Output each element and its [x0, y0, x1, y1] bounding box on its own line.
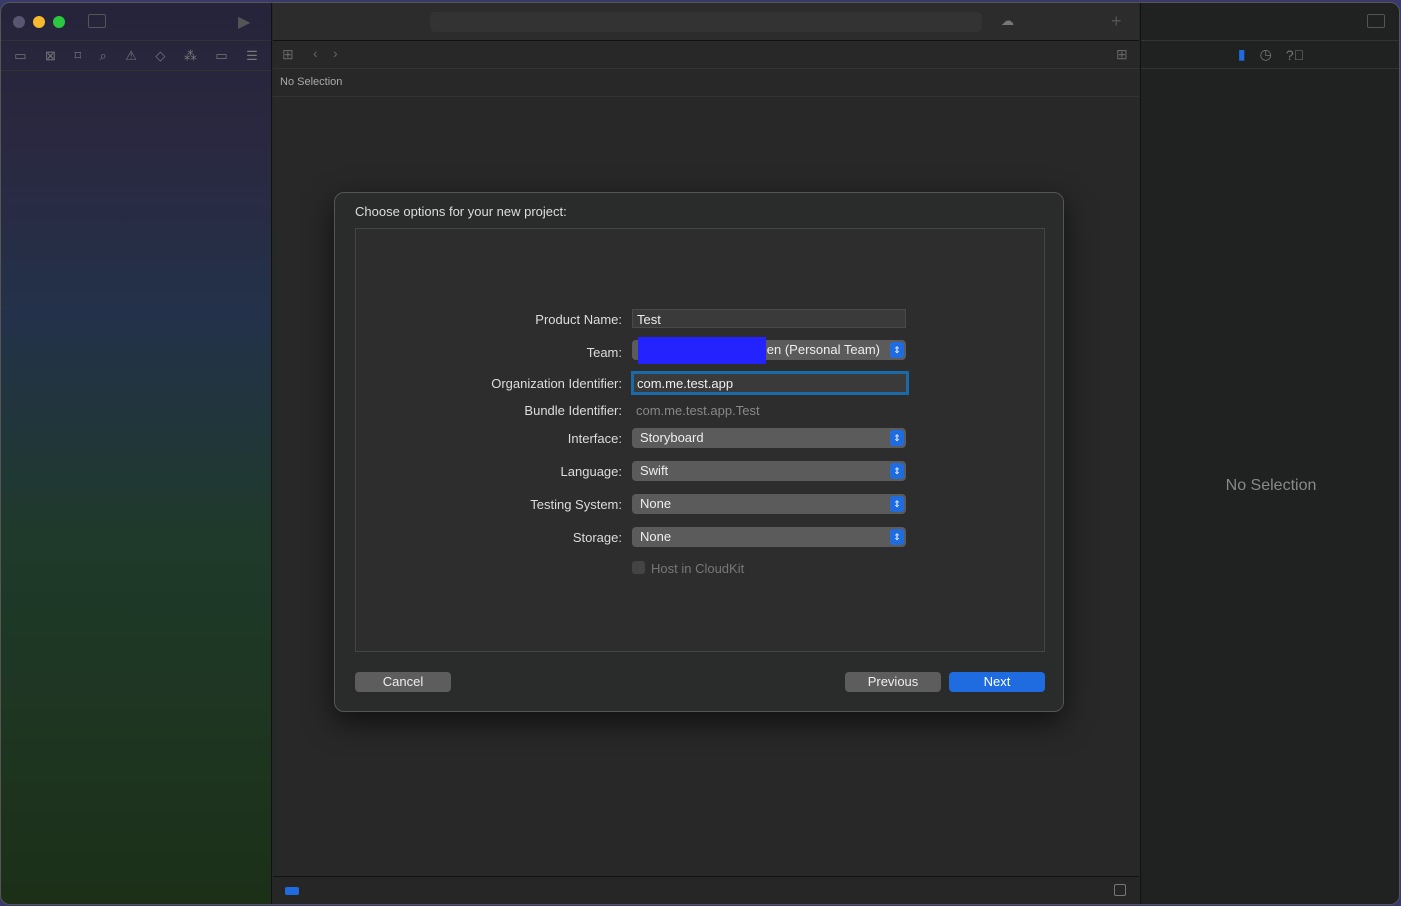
interface-value: Storyboard	[640, 430, 704, 445]
debug-icon[interactable]: ⁂	[184, 48, 197, 64]
team-label: Team:	[586, 345, 622, 360]
cloudkit-label: Host in CloudKit	[651, 561, 745, 576]
close-button[interactable]	[13, 16, 25, 28]
options-panel: Product Name: Test Team: en (Personal Te…	[355, 228, 1045, 652]
team-popup[interactable]: en (Personal Team) ⇕	[632, 337, 906, 364]
previous-button[interactable]: Previous	[845, 672, 941, 692]
add-icon[interactable]: +	[1111, 11, 1122, 32]
storage-popup[interactable]: None ⇕	[632, 527, 906, 547]
no-selection-label: No Selection	[1225, 477, 1317, 494]
storage-label: Storage:	[572, 530, 622, 545]
minimize-button[interactable]	[33, 16, 45, 28]
interface-label: Interface:	[567, 431, 622, 446]
cancel-button[interactable]: Cancel	[355, 672, 451, 692]
testing-popup[interactable]: None ⇕	[632, 494, 906, 514]
grid-icon[interactable]: ⊞	[282, 46, 294, 63]
interface-popup[interactable]: Storyboard ⇕	[632, 428, 906, 448]
team-value: en (Personal Team)	[766, 342, 880, 357]
activity-bar	[430, 12, 982, 32]
help-icon[interactable]: ?⃝	[1286, 47, 1304, 63]
add-editor-icon[interactable]: ⊞	[1116, 46, 1128, 63]
chevron-updown-icon: ⇕	[890, 430, 904, 446]
bundle-id-value: com.me.test.app.Test	[636, 403, 760, 418]
run-icon[interactable]: ▶	[238, 12, 250, 32]
org-id-field[interactable]: com.me.test.app	[631, 371, 909, 395]
next-button[interactable]: Next	[949, 672, 1045, 692]
storage-value: None	[640, 529, 672, 544]
file-inspector-icon[interactable]: ▮	[1238, 46, 1246, 63]
language-popup[interactable]: Swift ⇕	[632, 461, 906, 481]
bookmark-icon[interactable]: ⌑	[74, 48, 81, 64]
navigator-sidebar: ▶ ▭ ⊠ ⌑ ⌕ ⚠ ◇ ⁂ ▭ ☰	[1, 3, 272, 904]
forward-icon[interactable]: ›	[333, 45, 338, 61]
inspector-toggle-icon[interactable]	[1367, 14, 1385, 28]
report-icon[interactable]: ☰	[246, 48, 258, 64]
language-value: Swift	[640, 463, 669, 478]
org-id-label: Organization Identifier:	[491, 376, 622, 391]
chevron-updown-icon: ⇕	[890, 496, 904, 512]
folder-icon[interactable]: ▭	[14, 48, 26, 64]
chevron-updown-icon: ⇕	[890, 529, 904, 545]
jump-bar: No Selection	[273, 69, 1139, 97]
bundle-id-label: Bundle Identifier:	[524, 403, 622, 418]
search-icon[interactable]: ⌕	[100, 48, 107, 64]
test-icon[interactable]: ◇	[155, 48, 165, 64]
new-project-dialog: Choose options for your new project: Pro…	[334, 192, 1064, 712]
sidebar-toggle-icon[interactable]	[88, 14, 106, 28]
warning-icon[interactable]: ⚠	[125, 48, 137, 64]
zoom-button[interactable]	[53, 16, 65, 28]
back-icon[interactable]: ‹	[313, 45, 318, 61]
history-icon[interactable]: ◷	[1260, 46, 1272, 63]
dialog-title: Choose options for your new project:	[355, 204, 567, 219]
product-name-field[interactable]: Test	[632, 309, 906, 328]
testing-label: Testing System:	[530, 497, 622, 512]
product-name-label: Product Name:	[535, 312, 622, 327]
panel-toggle-icon[interactable]	[1114, 884, 1126, 896]
debug-toggle-icon[interactable]	[285, 887, 299, 895]
language-label: Language:	[560, 464, 622, 479]
breakpoint-icon[interactable]: ▭	[215, 48, 227, 64]
redaction-box	[638, 337, 766, 364]
source-control-icon[interactable]: ⊠	[45, 48, 56, 64]
chevron-updown-icon: ⇕	[890, 463, 904, 479]
inspector: ▮ ◷ ?⃝ No Selection	[1140, 3, 1399, 904]
cloud-icon: ☁	[1001, 13, 1014, 28]
chevron-updown-icon: ⇕	[890, 342, 904, 358]
cloudkit-checkbox[interactable]	[632, 561, 645, 574]
testing-value: None	[640, 496, 672, 511]
debug-bar	[273, 876, 1139, 904]
